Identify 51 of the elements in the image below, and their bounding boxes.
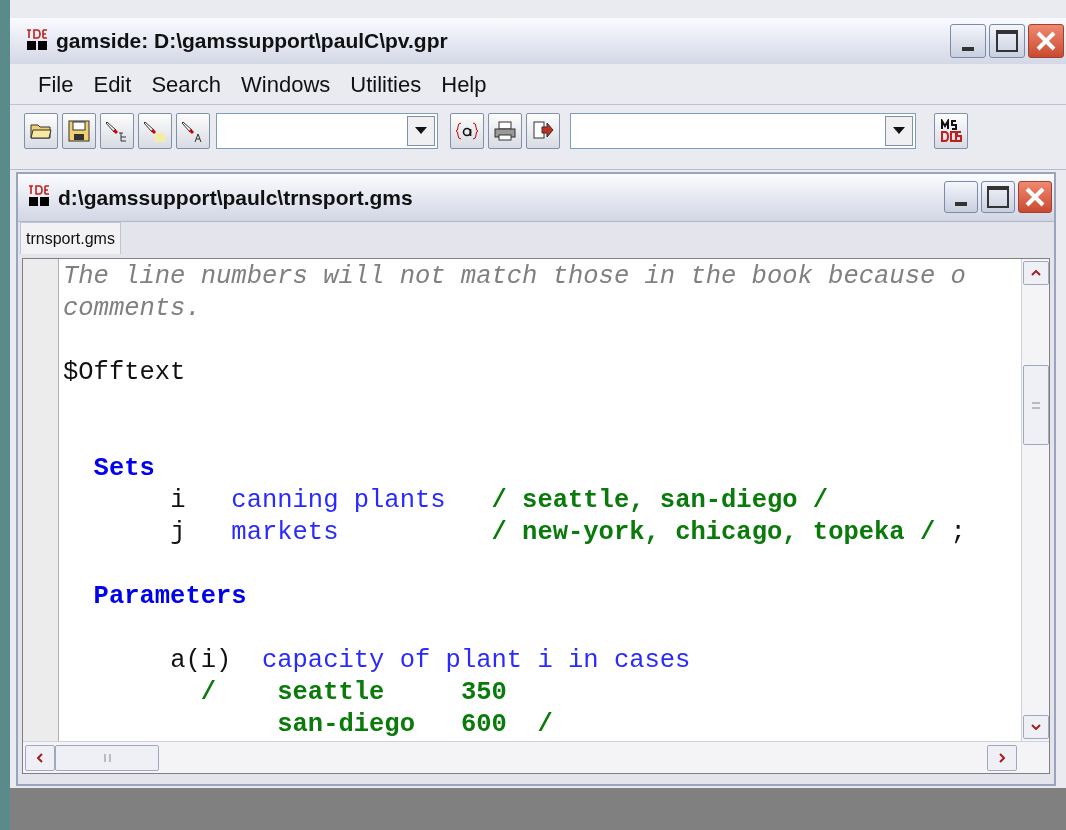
ms-dos-icon[interactable]: [934, 112, 968, 149]
menu-item[interactable]: Search: [141, 67, 232, 101]
code-text: a(i): [170, 646, 233, 675]
code-text: i: [170, 486, 187, 515]
window-title: gamside: D:\gamssupport\paulC\pv.gpr: [56, 28, 449, 55]
vertical-scrollbar[interactable]: [1021, 259, 1049, 741]
menu-item[interactable]: Windows: [231, 67, 341, 101]
flashlight-icon[interactable]: [138, 112, 172, 149]
braces-icon[interactable]: [450, 112, 484, 149]
scroll-right-icon[interactable]: [987, 744, 1017, 771]
minimize-button[interactable]: [944, 181, 978, 214]
code-comment: comments.: [63, 294, 201, 323]
scroll-down-icon[interactable]: [1022, 715, 1049, 739]
close-icon: [1035, 30, 1057, 52]
minimize-button[interactable]: [950, 24, 986, 58]
document-title: d:\gamssupport\paulc\trnsport.gms: [58, 184, 414, 211]
code-data: / seattle 350: [200, 678, 507, 707]
editor-tab[interactable]: trnsport.gms: [20, 222, 121, 254]
code-keyword: Sets: [93, 454, 155, 483]
folder-icon[interactable]: [24, 112, 58, 149]
code-text: j: [170, 518, 187, 547]
flashlight-letter-icon[interactable]: [176, 112, 210, 149]
code-description: canning plants: [231, 486, 447, 515]
maximize-button[interactable]: [989, 24, 1025, 58]
combo-box[interactable]: [570, 112, 916, 149]
code-keyword: Parameters: [93, 582, 247, 611]
printer-icon[interactable]: [488, 112, 522, 149]
scroll-up-icon[interactable]: [1022, 261, 1049, 285]
code-description: capacity of plant i in cases: [261, 646, 691, 675]
app-icon: [26, 29, 48, 53]
flashlight-tree-icon[interactable]: [100, 112, 134, 149]
scroll-thumb[interactable]: [1022, 365, 1049, 445]
code-comment: The line numbers will not match those in the book because o: [63, 262, 966, 291]
maximize-button[interactable]: [981, 181, 1015, 214]
close-button[interactable]: [1018, 181, 1052, 214]
menu-item[interactable]: Edit: [83, 67, 142, 101]
code-description: markets: [231, 518, 340, 547]
menu-item[interactable]: Help: [431, 67, 497, 101]
scroll-left-icon[interactable]: [25, 744, 55, 771]
horizontal-scrollbar[interactable]: [23, 741, 1049, 773]
code-data: san-diego 600 /: [277, 710, 553, 739]
scroll-thumb[interactable]: [55, 744, 159, 771]
close-button[interactable]: [1028, 24, 1064, 58]
code-text: $Offtext: [63, 358, 186, 387]
close-icon: [1024, 186, 1046, 209]
code-data: / new-york, chicago, topeka /: [491, 518, 937, 547]
combo-box[interactable]: [216, 112, 438, 149]
menu-item[interactable]: Utilities: [340, 67, 432, 101]
menu-item[interactable]: File: [28, 67, 84, 101]
code-data: / seattle, san-diego /: [491, 486, 829, 515]
code-text: ;: [950, 518, 966, 547]
